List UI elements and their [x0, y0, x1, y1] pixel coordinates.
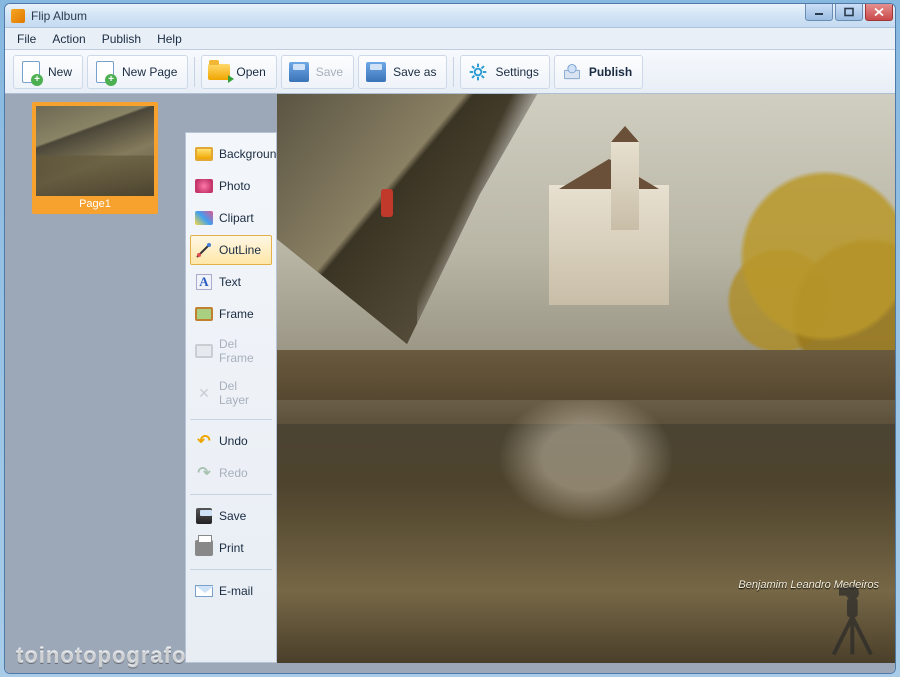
text-icon: A — [195, 273, 213, 291]
rail-del-layer-label: Del Layer — [219, 379, 267, 407]
gear-icon — [467, 61, 489, 83]
rail-del-frame-button[interactable]: Del Frame — [190, 331, 272, 371]
rail-background-label: Background — [219, 147, 283, 161]
rail-email-button[interactable]: E-mail — [190, 576, 272, 606]
clipart-icon — [195, 209, 213, 227]
page-thumbnail[interactable]: Page1 — [32, 102, 158, 214]
rail-frame-button[interactable]: Frame — [190, 299, 272, 329]
save-as-button[interactable]: Save as — [358, 55, 447, 89]
menu-action[interactable]: Action — [44, 29, 93, 49]
redo-icon: ↷ — [195, 464, 213, 482]
canvas-image[interactable]: Benjamim Leandro Medeiros — [277, 94, 895, 663]
rail-undo-label: Undo — [219, 434, 248, 448]
frame-icon — [195, 305, 213, 323]
save-as-disk-icon — [365, 61, 387, 83]
thumbnail-label: Page1 — [36, 196, 154, 212]
tripod-silhouette-icon — [807, 577, 887, 657]
settings-button[interactable]: Settings — [460, 55, 549, 89]
rail-del-frame-label: Del Frame — [219, 337, 267, 365]
rail-email-label: E-mail — [219, 584, 253, 598]
rail-photo-label: Photo — [219, 179, 250, 193]
rail-print-button[interactable]: Print — [190, 533, 272, 563]
publish-label: Publish — [589, 65, 632, 79]
undo-icon: ↶ — [195, 432, 213, 450]
rail-background-button[interactable]: Background — [190, 139, 272, 169]
background-icon — [195, 145, 213, 163]
window-controls — [805, 3, 893, 21]
rail-save-label: Save — [219, 509, 246, 523]
menu-publish[interactable]: Publish — [94, 29, 149, 49]
open-folder-icon — [208, 61, 230, 83]
rail-separator — [190, 419, 272, 420]
menu-help[interactable]: Help — [149, 29, 190, 49]
rail-outline-button[interactable]: OutLine — [190, 235, 272, 265]
maximize-button[interactable] — [835, 3, 863, 21]
save-disk-icon — [288, 61, 310, 83]
del-layer-icon: ✕ — [195, 384, 213, 402]
save-button[interactable]: Save — [281, 55, 354, 89]
title-bar: Flip Album — [5, 4, 895, 28]
photo-icon — [195, 177, 213, 195]
rail-undo-button[interactable]: ↶ Undo — [190, 426, 272, 456]
printer-icon — [195, 539, 213, 557]
rail-print-label: Print — [219, 541, 244, 555]
rail-clipart-label: Clipart — [219, 211, 254, 225]
toolbar-separator — [194, 57, 195, 87]
thumbnail-panel: Page1 — [5, 94, 185, 673]
open-button[interactable]: Open — [201, 55, 276, 89]
publish-icon — [561, 61, 583, 83]
new-label: New — [48, 65, 72, 79]
new-icon: + — [20, 61, 42, 83]
rail-text-label: Text — [219, 275, 241, 289]
publish-button[interactable]: Publish — [554, 55, 643, 89]
thumbnail-image — [36, 106, 154, 196]
minimize-button[interactable] — [805, 3, 833, 21]
close-button[interactable] — [865, 3, 893, 21]
email-icon — [195, 582, 213, 600]
save-disk-icon — [195, 507, 213, 525]
rail-del-layer-button[interactable]: ✕ Del Layer — [190, 373, 272, 413]
canvas-area: Background Photo Clipart OutLine A Text — [185, 94, 895, 673]
menu-file[interactable]: File — [9, 29, 44, 49]
rail-clipart-button[interactable]: Clipart — [190, 203, 272, 233]
outline-icon — [195, 241, 213, 259]
rail-photo-button[interactable]: Photo — [190, 171, 272, 201]
toolbar: + New + New Page Open Save Save as Setti… — [5, 50, 895, 94]
photo-scene: Benjamim Leandro Medeiros — [277, 94, 895, 663]
app-icon — [11, 9, 25, 23]
tool-rail: Background Photo Clipart OutLine A Text — [185, 132, 277, 663]
workspace: Page1 Background Photo Clipart — [5, 94, 895, 673]
del-frame-icon — [195, 342, 213, 360]
open-label: Open — [236, 65, 265, 79]
rail-save-button[interactable]: Save — [190, 501, 272, 531]
menu-bar: File Action Publish Help — [5, 28, 895, 50]
toolbar-separator — [453, 57, 454, 87]
rail-separator — [190, 494, 272, 495]
save-as-label: Save as — [393, 65, 436, 79]
window-title: Flip Album — [31, 9, 87, 23]
new-button[interactable]: + New — [13, 55, 83, 89]
save-label: Save — [316, 65, 343, 79]
new-page-button[interactable]: + New Page — [87, 55, 188, 89]
rail-redo-button[interactable]: ↷ Redo — [190, 458, 272, 488]
new-page-icon: + — [94, 61, 116, 83]
settings-label: Settings — [495, 65, 538, 79]
rail-redo-label: Redo — [219, 466, 248, 480]
rail-outline-label: OutLine — [219, 243, 261, 257]
application-window: Flip Album File Action Publish Help + Ne… — [4, 3, 896, 674]
rail-text-button[interactable]: A Text — [190, 267, 272, 297]
rail-frame-label: Frame — [219, 307, 254, 321]
rail-separator — [190, 569, 272, 570]
new-page-label: New Page — [122, 65, 177, 79]
watermark-text: toinotopografo — [16, 643, 186, 669]
